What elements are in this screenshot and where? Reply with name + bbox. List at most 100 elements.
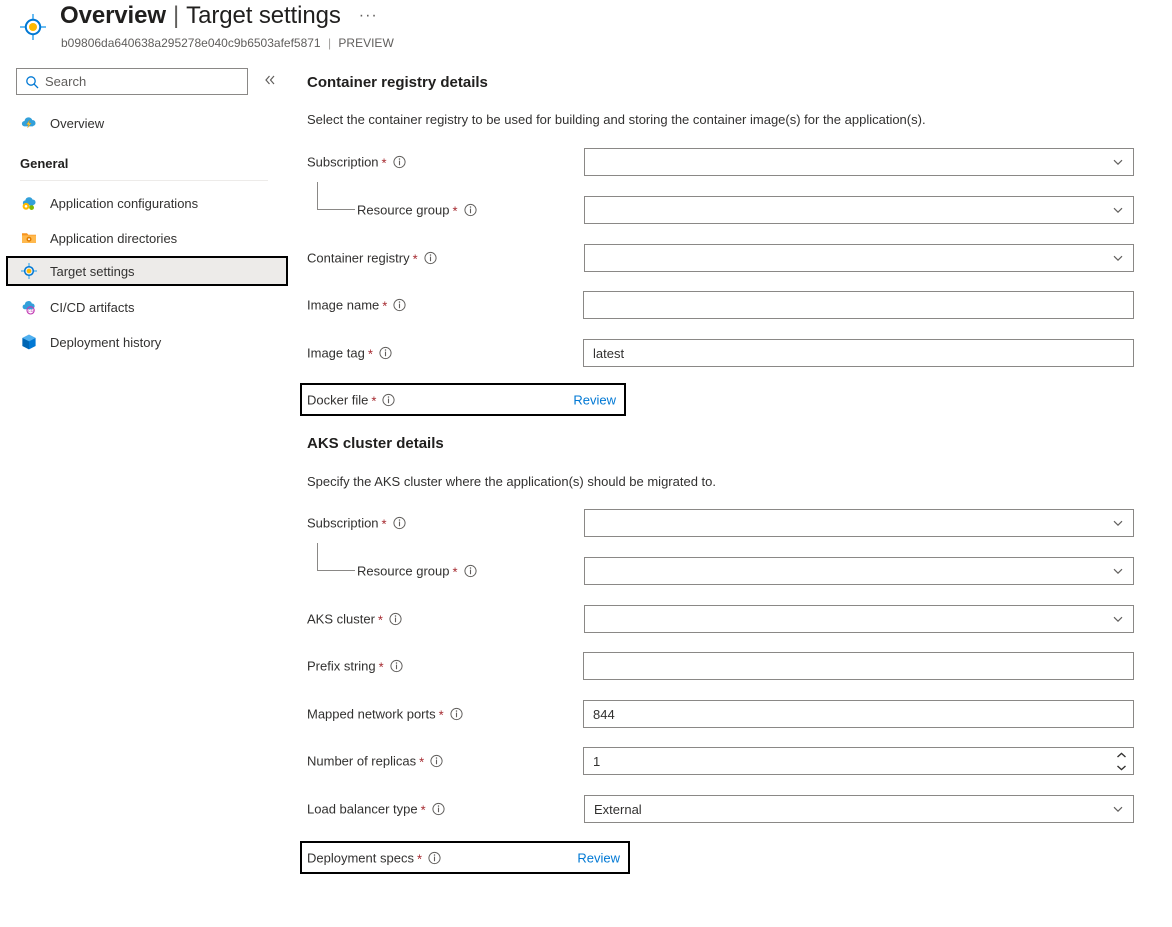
dropdown-value[interactable] (585, 610, 1103, 628)
field-label: Resource group * (357, 564, 477, 579)
cloud-gear-icon (20, 194, 38, 212)
required-indicator: * (371, 393, 377, 408)
label-text: Image name (307, 297, 380, 313)
search-input[interactable] (45, 74, 247, 89)
prefix-string-input[interactable] (584, 657, 1133, 675)
search-box[interactable] (16, 68, 248, 95)
section-description-aks-cluster: Specify the AKS cluster where the applic… (307, 474, 716, 489)
field-label: Image tag * (307, 346, 392, 361)
field-label: Container registry * (307, 251, 437, 266)
required-indicator: * (381, 516, 387, 532)
chevron-down-icon[interactable] (1103, 149, 1133, 175)
dropdown-value[interactable] (585, 249, 1103, 267)
info-icon[interactable] (424, 251, 437, 265)
chevron-up-icon[interactable] (1116, 749, 1127, 761)
subscription-aks-dropdown[interactable] (584, 509, 1134, 537)
chevron-down-icon[interactable] (1103, 510, 1133, 536)
page-title-sub: Target settings (186, 2, 341, 29)
info-icon[interactable] (428, 851, 441, 864)
target-crosshair-icon (20, 262, 38, 280)
cloud-pipeline-icon: CD (20, 298, 38, 316)
info-icon[interactable] (382, 393, 396, 406)
field-row-subscription-aks: Subscription * (300, 507, 1172, 539)
image-tag-input-wrap[interactable] (583, 339, 1134, 367)
more-options-button[interactable]: ··· (359, 7, 378, 25)
sidebar-item-overview[interactable]: Overview (6, 108, 288, 138)
container-registry-dropdown[interactable] (584, 244, 1134, 272)
info-icon[interactable] (450, 707, 463, 721)
chevron-down-icon[interactable] (1103, 197, 1133, 223)
image-tag-input[interactable] (584, 344, 1133, 362)
dropdown-value[interactable] (585, 201, 1103, 219)
svg-text:CD: CD (28, 308, 34, 313)
field-label: Load balancer type * (307, 802, 445, 817)
chevron-double-left-icon[interactable] (260, 72, 280, 92)
number-of-replicas-stepper[interactable] (583, 747, 1134, 775)
chevron-down-icon[interactable] (1116, 761, 1127, 773)
info-icon[interactable] (432, 802, 445, 816)
info-icon[interactable] (393, 155, 406, 169)
mapped-network-ports-input[interactable] (584, 705, 1133, 723)
image-name-input-wrap[interactable] (583, 291, 1134, 319)
info-icon[interactable] (463, 564, 477, 578)
label-text: Subscription (307, 154, 379, 170)
label-text: Load balancer type (307, 801, 418, 817)
resource-group-aks-dropdown[interactable] (584, 557, 1134, 585)
info-icon[interactable] (393, 298, 406, 312)
image-name-input[interactable] (584, 296, 1133, 314)
label-text: Resource group (357, 202, 450, 218)
info-icon[interactable] (430, 754, 443, 768)
label-text: Number of replicas (307, 753, 417, 769)
deployment-specs-review-link[interactable]: Review (577, 850, 620, 865)
chevron-down-icon[interactable] (1103, 606, 1133, 632)
sidebar-item-target-settings[interactable]: Target settings (6, 256, 288, 286)
field-row-subscription-registry: Subscription * (300, 146, 1172, 178)
page-title-main: Overview (60, 2, 166, 29)
required-indicator: * (452, 564, 458, 580)
info-icon[interactable] (463, 203, 477, 217)
field-row-container-registry: Container registry * (300, 242, 1172, 274)
field-label: Resource group * (357, 203, 477, 218)
load-balancer-type-dropdown[interactable] (584, 795, 1134, 823)
sidebar-item-cicd-artifacts[interactable]: CD CI/CD artifacts (6, 292, 288, 322)
field-row-load-balancer-type: Load balancer type * (300, 793, 1172, 825)
field-row-number-of-replicas: Number of replicas * (300, 745, 1172, 777)
chevron-down-icon[interactable] (1103, 558, 1133, 584)
resource-group-registry-dropdown[interactable] (584, 196, 1134, 224)
label-text: Mapped network ports (307, 706, 436, 722)
info-icon[interactable] (389, 612, 402, 626)
chevron-down-icon[interactable] (1103, 796, 1133, 822)
required-indicator: * (419, 754, 425, 770)
info-icon[interactable] (390, 659, 403, 673)
field-row-aks-cluster: AKS cluster * (300, 603, 1172, 635)
dropdown-value[interactable] (585, 562, 1103, 580)
field-row-deployment-specs[interactable]: Deployment specs * Review (300, 841, 630, 874)
sidebar-item-label: Application configurations (50, 195, 199, 211)
field-row-mapped-network-ports: Mapped network ports * (300, 698, 1172, 730)
field-label: Mapped network ports * (307, 707, 463, 722)
docker-file-review-link[interactable]: Review (573, 392, 616, 407)
dropdown-value[interactable] (585, 514, 1103, 532)
required-indicator: * (452, 203, 458, 219)
subscription-registry-dropdown[interactable] (584, 148, 1134, 176)
field-row-docker-file[interactable]: Docker file * Review (300, 383, 626, 416)
dropdown-value[interactable] (585, 800, 1103, 818)
dropdown-value[interactable] (585, 153, 1103, 171)
sidebar-item-application-directories[interactable]: Application directories (6, 223, 288, 253)
field-label: Number of replicas * (307, 754, 443, 769)
required-indicator: * (377, 612, 383, 628)
aks-cluster-dropdown[interactable] (584, 605, 1134, 633)
stepper-buttons[interactable] (1109, 748, 1133, 774)
mapped-network-ports-input-wrap[interactable] (583, 700, 1134, 728)
number-of-replicas-input[interactable] (584, 752, 1109, 770)
required-indicator: * (378, 659, 384, 675)
info-icon[interactable] (393, 516, 406, 530)
field-row-prefix-string: Prefix string * (300, 650, 1172, 682)
sidebar-item-deployment-history[interactable]: Deployment history (6, 327, 288, 357)
cloud-lightning-icon (20, 114, 38, 132)
sidebar-item-application-configurations[interactable]: Application configurations (6, 188, 288, 218)
field-row-resource-group-aks: Resource group * (300, 543, 1172, 587)
info-icon[interactable] (379, 346, 392, 360)
prefix-string-input-wrap[interactable] (583, 652, 1134, 680)
chevron-down-icon[interactable] (1103, 245, 1133, 271)
